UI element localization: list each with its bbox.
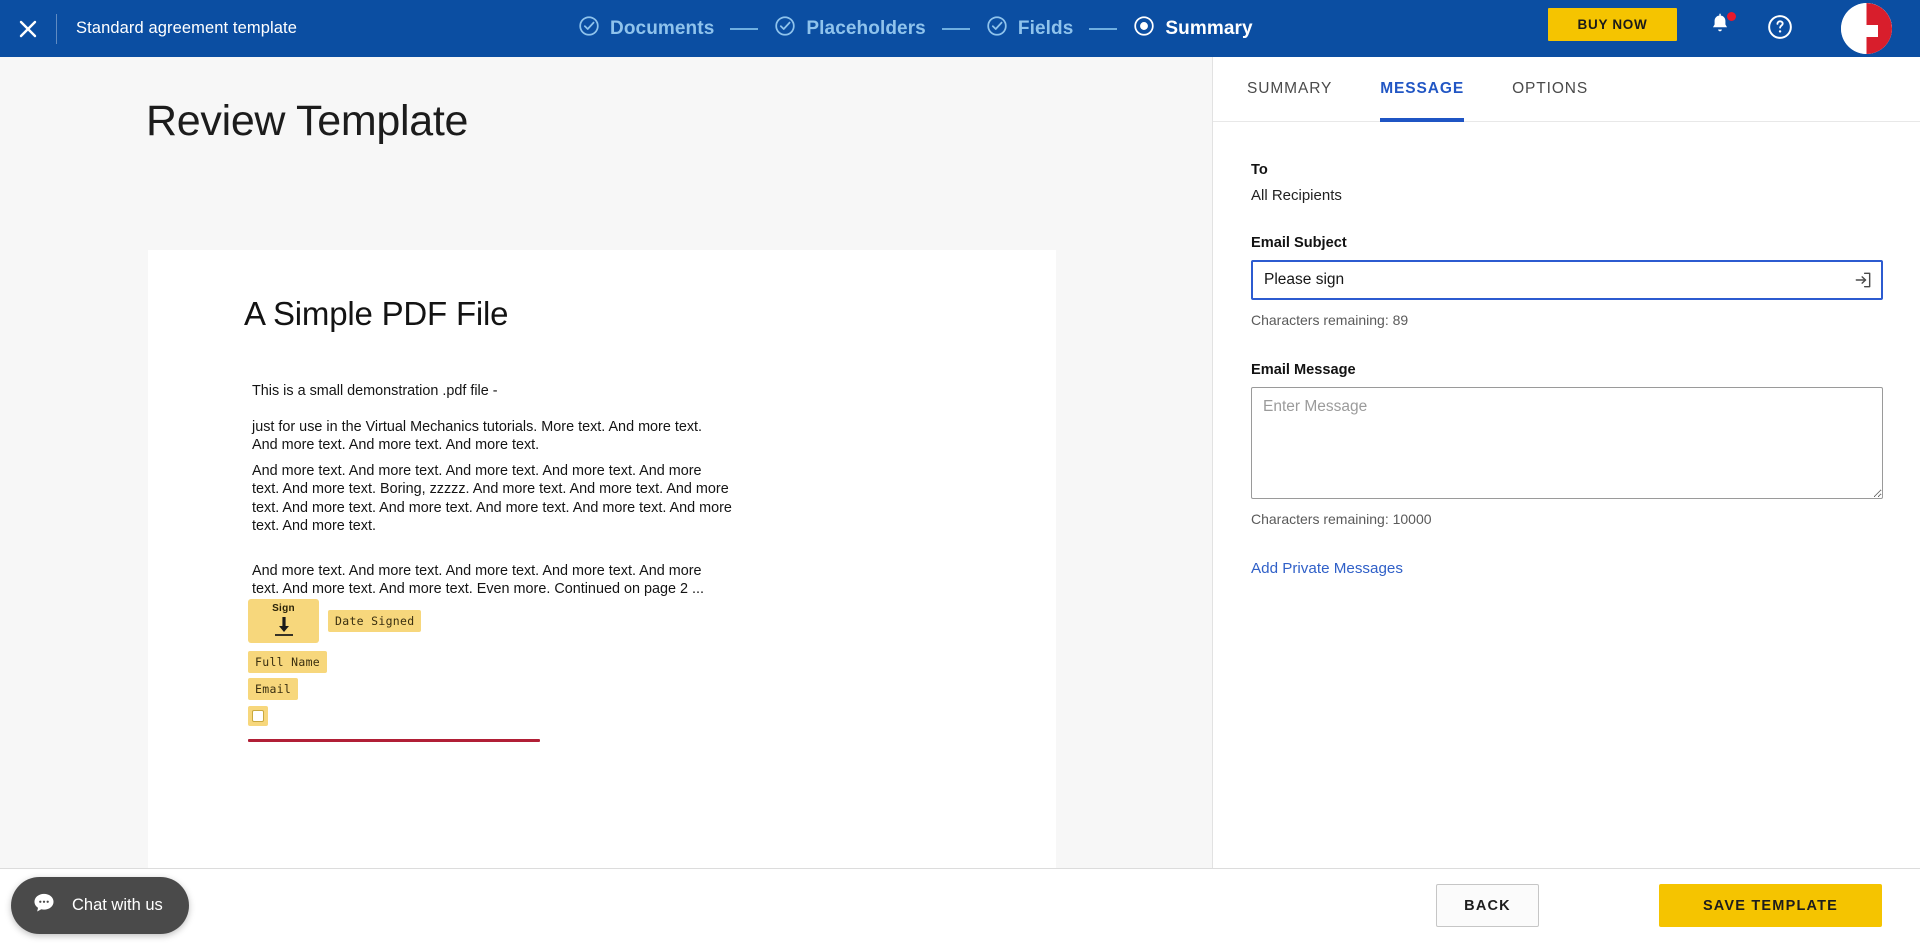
check-circle-icon (774, 15, 796, 42)
buy-now-button[interactable]: BUY NOW (1548, 8, 1677, 41)
notification-badge-dot (1727, 12, 1736, 21)
step-label-fields: Fields (1017, 17, 1074, 39)
to-label: To (1251, 162, 1268, 178)
sign-arrow-icon (274, 617, 293, 636)
step-label-documents: Documents (610, 17, 715, 39)
document-page[interactable]: A Simple PDF File This is a small demons… (148, 250, 1056, 868)
signature-underline (248, 739, 540, 742)
document-heading: A Simple PDF File (244, 295, 509, 332)
tab-options[interactable]: OPTIONS (1512, 57, 1588, 122)
radio-filled-icon (1133, 15, 1155, 42)
add-private-messages-link[interactable]: Add Private Messages (1251, 560, 1403, 577)
step-connector (941, 27, 970, 30)
tab-message[interactable]: MESSAGE (1380, 57, 1464, 122)
footer-bar: BACK SAVE TEMPLATE (0, 868, 1920, 946)
step-label-placeholders: Placeholders (806, 17, 926, 39)
tab-summary[interactable]: SUMMARY (1247, 57, 1332, 122)
top-header-bar: Standard agreement template Documents Pl… (0, 0, 1920, 57)
signature-field-label: Sign (272, 603, 295, 614)
to-value: All Recipients (1251, 187, 1342, 204)
email-subject-group: Email Subject Characters remaining: 89 (1251, 235, 1883, 328)
step-connector (1089, 27, 1118, 30)
step-fields[interactable]: Fields (986, 15, 1074, 42)
email-message-label: Email Message (1251, 362, 1356, 378)
document-paragraph: just for use in the Virtual Mechanics tu… (252, 419, 703, 454)
details-side-panel: SUMMARY MESSAGE OPTIONS To All Recipient… (1212, 57, 1920, 868)
email-field[interactable]: Email (248, 678, 299, 700)
user-avatar (1841, 3, 1892, 54)
wizard-stepper: Documents Placeholders Fields Summary (578, 0, 1253, 57)
step-label-summary: Summary (1165, 17, 1253, 39)
chat-with-us-button[interactable]: Chat with us (11, 877, 189, 934)
step-documents[interactable]: Documents (578, 15, 714, 42)
close-icon[interactable] (0, 0, 56, 57)
document-paragraph: And more text. And more text. And more t… (252, 463, 732, 535)
email-message-textarea[interactable] (1251, 387, 1883, 499)
document-paragraph: This is a small demonstration .pdf file … (252, 383, 498, 399)
email-subject-input[interactable] (1251, 260, 1883, 300)
signature-field[interactable]: Sign (248, 599, 319, 643)
chat-label: Chat with us (72, 896, 163, 914)
email-message-group: Email Message Characters remaining: 1000… (1251, 362, 1883, 527)
help-button[interactable] (1766, 13, 1794, 41)
check-circle-icon (578, 15, 600, 42)
step-connector (730, 27, 759, 30)
date-signed-field[interactable]: Date Signed (328, 610, 422, 632)
panel-tabs: SUMMARY MESSAGE OPTIONS (1213, 57, 1920, 122)
save-template-button[interactable]: SAVE TEMPLATE (1659, 884, 1882, 927)
header-divider (56, 13, 57, 44)
avatar[interactable] (1841, 3, 1892, 54)
insert-variable-icon[interactable] (1853, 270, 1873, 290)
notifications-button[interactable] (1707, 12, 1737, 42)
chat-bubble-icon (31, 890, 57, 921)
message-characters-remaining: Characters remaining: 10000 (1251, 511, 1432, 527)
message-tab-content: To All Recipients Email Subject Characte… (1213, 122, 1920, 578)
checkbox-field[interactable] (248, 706, 268, 726)
document-paragraph: And more text. And more text. And more t… (252, 563, 704, 598)
check-circle-icon (986, 15, 1008, 42)
full-name-field[interactable]: Full Name (248, 651, 328, 673)
document-preview-area: Review Template A Simple PDF File This i… (0, 57, 1212, 868)
subject-characters-remaining: Characters remaining: 89 (1251, 312, 1409, 328)
back-button[interactable]: BACK (1436, 884, 1539, 927)
step-summary[interactable]: Summary (1133, 15, 1253, 42)
question-circle-icon (1768, 15, 1792, 39)
checkbox-icon (252, 710, 264, 722)
document-title: Standard agreement template (76, 19, 298, 37)
page-title: Review Template (146, 97, 469, 145)
step-placeholders[interactable]: Placeholders (774, 15, 926, 42)
email-subject-label: Email Subject (1251, 235, 1347, 251)
